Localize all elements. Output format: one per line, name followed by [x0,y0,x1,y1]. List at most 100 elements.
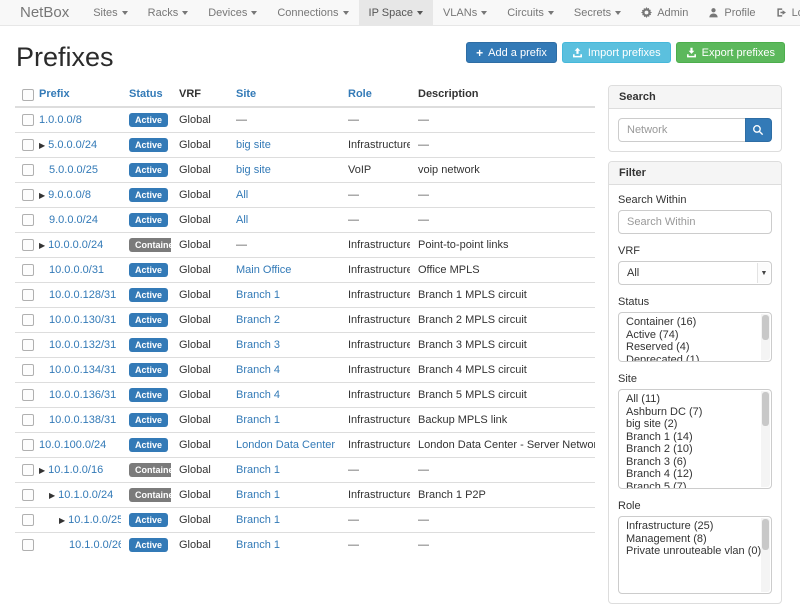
filter-option[interactable]: Branch 3 (6) [622,456,757,469]
import-prefixes-button[interactable]: Import prefixes [562,42,671,63]
row-checkbox[interactable] [22,414,34,426]
filter-option[interactable]: Management (8) [622,533,757,546]
role-filter-listbox[interactable]: Infrastructure (25)Management (8)Private… [618,516,772,594]
nav-item-log-out[interactable]: Log out [766,0,800,25]
nav-item-vlans[interactable]: VLANs [433,0,497,25]
table-row: 9.0.0.0/24ActiveGlobalAll—— [15,208,595,233]
nav-item-connections[interactable]: Connections [267,0,358,25]
prefix-link[interactable]: 5.0.0.0/25 [49,164,98,176]
filter-option[interactable]: Container (16) [622,316,757,329]
row-checkbox[interactable] [22,139,34,151]
filter-option[interactable]: Active (74) [622,329,757,342]
row-checkbox[interactable] [22,539,34,551]
prefix-link[interactable]: 10.0.0.0/31 [49,264,104,276]
brand-logo[interactable]: NetBox [0,0,83,25]
filter-option[interactable]: Branch 2 (10) [622,443,757,456]
site-link[interactable]: London Data Center [236,439,335,451]
site-link[interactable]: All [236,214,248,226]
status-badge: Active [129,513,168,527]
prefix-link[interactable]: 10.0.0.0/24 [48,239,103,251]
scrollbar[interactable] [761,391,770,487]
sort-link[interactable]: Role [348,88,372,100]
row-checkbox[interactable] [22,364,34,376]
row-checkbox[interactable] [22,389,34,401]
row-checkbox[interactable] [22,264,34,276]
nav-item-circuits[interactable]: Circuits [497,0,564,25]
prefix-link[interactable]: 10.0.0.130/31 [49,314,116,326]
prefix-link[interactable]: 10.0.0.136/31 [49,389,116,401]
row-checkbox[interactable] [22,439,34,451]
prefix-link[interactable]: 10.1.0.0/26 [69,539,121,551]
site-filter-listbox[interactable]: All (11)Ashburn DC (7)big site (2)Branch… [618,389,772,489]
prefix-link[interactable]: 9.0.0.0/24 [49,214,98,226]
nav-item-ip-space[interactable]: IP Space [359,0,433,25]
row-checkbox[interactable] [22,164,34,176]
row-checkbox[interactable] [22,214,34,226]
vrf-select[interactable]: All ▼ [618,261,772,285]
row-checkbox[interactable] [22,489,34,501]
row-checkbox[interactable] [22,339,34,351]
row-checkbox[interactable] [22,239,34,251]
prefix-link[interactable]: 10.0.0.138/31 [49,414,116,426]
filter-option[interactable]: Branch 1 (14) [622,431,757,444]
site-link[interactable]: All [236,189,248,201]
filter-option[interactable]: All (11) [622,393,757,406]
search-within-input[interactable] [618,210,772,234]
filter-option[interactable]: Infrastructure (25) [622,520,757,533]
prefix-link[interactable]: 10.0.0.128/31 [49,289,116,301]
row-checkbox[interactable] [22,464,34,476]
filter-option[interactable]: Private unrouteable vlan (0) [622,545,757,558]
site-link[interactable]: big site [236,164,271,176]
filter-option[interactable]: Branch 5 (7) [622,481,757,490]
search-input[interactable] [618,118,746,142]
row-checkbox[interactable] [22,514,34,526]
nav-item-admin[interactable]: Admin [631,0,698,25]
filter-option[interactable]: Deprecated (1) [622,354,757,363]
prefix-link[interactable]: 9.0.0.0/8 [48,189,91,201]
sort-link[interactable]: Prefix [39,88,70,100]
scrollbar[interactable] [761,314,770,360]
filter-option[interactable]: big site (2) [622,418,757,431]
status-filter-listbox[interactable]: Container (16)Active (74)Reserved (4)Dep… [618,312,772,362]
filter-option[interactable]: Reserved (4) [622,341,757,354]
site-link[interactable]: Branch 1 [236,489,280,501]
row-checkbox[interactable] [22,289,34,301]
site-link[interactable]: Branch 1 [236,414,280,426]
site-link[interactable]: Main Office [236,264,291,276]
scrollbar[interactable] [761,518,770,592]
site-link[interactable]: Branch 4 [236,389,280,401]
nav-item-racks[interactable]: Racks [138,0,199,25]
nav-item-devices[interactable]: Devices [198,0,267,25]
prefix-link[interactable]: 10.0.100.0/24 [39,439,106,451]
add-prefix-button[interactable]: + Add a prefix [466,42,557,63]
site-link[interactable]: Branch 1 [236,514,280,526]
select-all-checkbox[interactable] [22,89,34,101]
prefix-link[interactable]: 10.1.0.0/25 [68,514,121,526]
site-link[interactable]: big site [236,139,271,151]
prefix-link[interactable]: 10.1.0.0/24 [58,489,113,501]
search-button[interactable] [745,118,772,142]
export-prefixes-button[interactable]: Export prefixes [676,42,785,63]
filter-option[interactable]: Ashburn DC (7) [622,406,757,419]
site-link[interactable]: Branch 1 [236,464,280,476]
sort-link[interactable]: Status [129,88,163,100]
prefix-link[interactable]: 5.0.0.0/24 [48,139,97,151]
site-link[interactable]: Branch 2 [236,314,280,326]
site-link[interactable]: Branch 3 [236,339,280,351]
site-link[interactable]: Branch 1 [236,289,280,301]
row-checkbox[interactable] [22,114,34,126]
nav-item-secrets[interactable]: Secrets [564,0,631,25]
site-link[interactable]: Branch 4 [236,364,280,376]
prefix-link[interactable]: 10.1.0.0/16 [48,464,103,476]
sort-link[interactable]: Site [236,88,256,100]
prefix-link[interactable]: 10.0.0.132/31 [49,339,116,351]
prefix-link[interactable]: 1.0.0.0/8 [39,114,82,126]
prefix-link[interactable]: 10.0.0.134/31 [49,364,116,376]
nav-item-profile[interactable]: Profile [698,0,765,25]
site-link[interactable]: Branch 1 [236,539,280,551]
row-checkbox[interactable] [22,314,34,326]
nav-item-sites[interactable]: Sites [83,0,137,25]
row-checkbox[interactable] [22,189,34,201]
filter-option[interactable]: Branch 4 (12) [622,468,757,481]
expand-arrow-icon: ▶ [39,466,45,475]
